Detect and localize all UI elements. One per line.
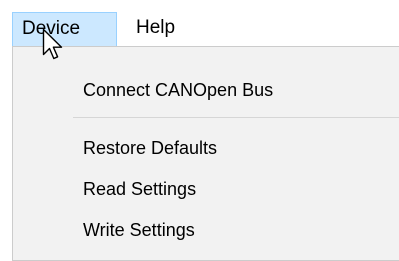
menu-item-restore-defaults[interactable]: Restore Defaults — [83, 133, 217, 163]
menu-device[interactable]: Device — [12, 12, 117, 46]
menu-item-read-settings[interactable]: Read Settings — [83, 174, 196, 204]
device-dropdown-menu: Connect CANOpen Bus Restore Defaults Rea… — [12, 46, 399, 261]
menu-item-write-settings[interactable]: Write Settings — [83, 215, 195, 245]
menu-separator — [73, 117, 399, 118]
menu-item-connect-canopen-bus[interactable]: Connect CANOpen Bus — [83, 75, 273, 105]
menu-help[interactable]: Help — [125, 12, 205, 46]
